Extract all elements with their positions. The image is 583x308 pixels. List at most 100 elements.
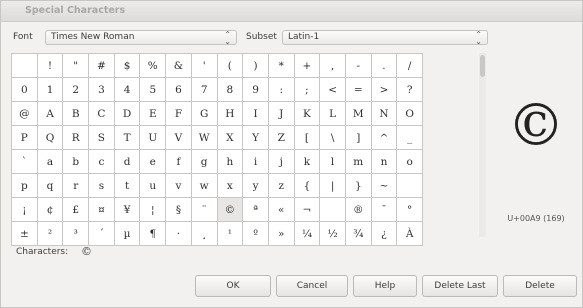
character-cell[interactable]: ¦ — [139, 197, 167, 222]
character-cell[interactable]: J — [267, 101, 295, 126]
character-cell[interactable]: { — [293, 173, 321, 198]
character-cell[interactable]: . — [370, 53, 398, 78]
character-cell[interactable]: s — [88, 173, 115, 198]
character-cell[interactable]: - — [344, 53, 372, 78]
character-cell[interactable]: @ — [11, 101, 38, 126]
character-cell[interactable]: ³ — [62, 221, 90, 246]
character-cell[interactable]: " — [62, 53, 90, 78]
character-cell[interactable]: ± — [11, 221, 38, 246]
character-cell[interactable]: [ — [293, 125, 321, 150]
character-cell[interactable]: 8 — [216, 77, 244, 102]
character-cell[interactable]: ¨ — [190, 197, 218, 222]
character-cell[interactable]: ) — [242, 53, 269, 78]
character-cell[interactable]: ^ — [370, 125, 398, 150]
character-cell[interactable]: © — [216, 197, 244, 222]
grid-scrollbar[interactable] — [479, 53, 486, 237]
character-cell[interactable]: M — [344, 101, 372, 126]
character-cell[interactable]: # — [88, 53, 115, 78]
character-cell[interactable]: \ — [319, 125, 346, 150]
character-cell[interactable]: ´ — [88, 221, 115, 246]
character-cell[interactable]: ¸ — [190, 221, 218, 246]
character-cell[interactable]: ! — [36, 53, 64, 78]
character-cell[interactable]: » — [267, 221, 295, 246]
character-cell[interactable]: ¤ — [88, 197, 115, 222]
character-cell[interactable]: 2 — [62, 77, 90, 102]
character-cell[interactable]: ` — [11, 149, 38, 174]
character-cell[interactable] — [11, 53, 38, 78]
character-cell[interactable]: v — [165, 173, 192, 198]
character-cell[interactable]: 4 — [113, 77, 141, 102]
character-cell[interactable]: = — [344, 77, 372, 102]
character-cell[interactable]: z — [267, 173, 295, 198]
character-cell[interactable]: t — [113, 173, 141, 198]
character-cell[interactable]: U — [139, 125, 167, 150]
character-cell[interactable]: £ — [62, 197, 90, 222]
character-cell[interactable]: ¶ — [139, 221, 167, 246]
character-cell[interactable]: b — [62, 149, 90, 174]
character-cell[interactable]: 9 — [242, 77, 269, 102]
character-cell[interactable]: ° — [396, 197, 423, 222]
character-cell[interactable]: > — [370, 77, 398, 102]
character-cell[interactable]: µ — [113, 221, 141, 246]
character-cell[interactable]: : — [267, 77, 295, 102]
character-cell[interactable]: 1 — [36, 77, 64, 102]
character-cell[interactable]: h — [216, 149, 244, 174]
character-cell[interactable]: ¢ — [36, 197, 64, 222]
character-cell[interactable]: C — [88, 101, 115, 126]
delete-button[interactable]: Delete — [503, 275, 577, 297]
character-cell[interactable]: ' — [190, 53, 218, 78]
help-button[interactable]: Help — [353, 275, 417, 297]
character-cell[interactable]: Q — [36, 125, 64, 150]
character-cell[interactable]: º — [242, 221, 269, 246]
character-cell[interactable]: ¯ — [370, 197, 398, 222]
character-cell[interactable]: ~ — [370, 173, 398, 198]
character-cell[interactable]: l — [319, 149, 346, 174]
character-cell[interactable]: ¿ — [370, 221, 398, 246]
character-cell[interactable]: ¾ — [344, 221, 372, 246]
character-cell[interactable]: 7 — [190, 77, 218, 102]
character-cell[interactable]: E — [139, 101, 167, 126]
character-cell[interactable]: F — [165, 101, 192, 126]
character-cell[interactable]: Z — [267, 125, 295, 150]
title-bar[interactable]: Special Characters — [1, 1, 582, 22]
character-cell[interactable]: a — [36, 149, 64, 174]
character-cell[interactable]: % — [139, 53, 167, 78]
character-cell[interactable]: r — [62, 173, 90, 198]
character-cell[interactable]: ¥ — [113, 197, 141, 222]
character-cell[interactable]: / — [396, 53, 423, 78]
character-cell[interactable]: ¬ — [293, 197, 321, 222]
character-cell[interactable]: D — [113, 101, 141, 126]
character-cell[interactable]: q — [36, 173, 64, 198]
character-cell[interactable]: ½ — [319, 221, 346, 246]
character-cell[interactable]: ª — [242, 197, 269, 222]
character-cell[interactable]: L — [319, 101, 346, 126]
cancel-button[interactable]: Cancel — [276, 275, 348, 297]
scrollbar-thumb[interactable] — [480, 55, 485, 77]
character-cell[interactable]: H — [216, 101, 244, 126]
character-cell[interactable]: u — [139, 173, 167, 198]
character-cell[interactable]: 5 — [139, 77, 167, 102]
character-cell[interactable]: , — [319, 53, 346, 78]
character-cell[interactable]: ² — [36, 221, 64, 246]
character-cell[interactable]: P — [11, 125, 38, 150]
character-cell[interactable]: ( — [216, 53, 244, 78]
character-cell[interactable]: G — [190, 101, 218, 126]
character-cell[interactable]: ; — [293, 77, 321, 102]
character-cell[interactable]: 6 — [165, 77, 192, 102]
subset-combobox[interactable]: Latin-1 ⌃ ⌄ — [282, 30, 488, 46]
character-cell[interactable]: X — [216, 125, 244, 150]
character-cell[interactable]: w — [190, 173, 218, 198]
character-cell[interactable]: _ — [396, 125, 423, 150]
character-cell[interactable]: i — [242, 149, 269, 174]
character-cell[interactable]: e — [139, 149, 167, 174]
character-cell[interactable]: o — [396, 149, 423, 174]
character-cell[interactable]: 0 — [11, 77, 38, 102]
character-cell[interactable]: * — [267, 53, 295, 78]
character-cell[interactable]: + — [293, 53, 321, 78]
character-cell[interactable]: g — [190, 149, 218, 174]
character-cell[interactable]: c — [88, 149, 115, 174]
character-cell[interactable]: Y — [242, 125, 269, 150]
character-cell[interactable] — [319, 197, 346, 222]
character-cell[interactable]: ] — [344, 125, 372, 150]
character-cell[interactable]: B — [62, 101, 90, 126]
